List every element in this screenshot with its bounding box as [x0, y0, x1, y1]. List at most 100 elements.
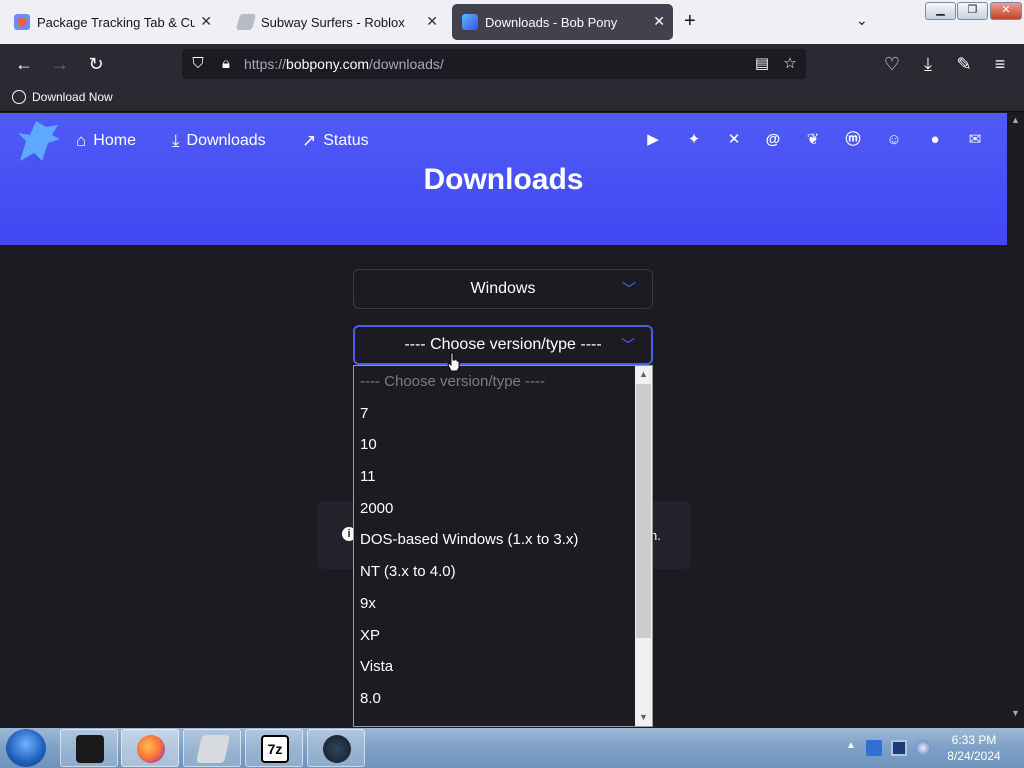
lock-icon[interactable]: 🔒︎ — [216, 54, 236, 74]
threads-icon[interactable]: @ — [762, 129, 784, 151]
download-icon: ⤓ — [172, 131, 180, 150]
reload-icon[interactable]: ↻ — [84, 52, 108, 76]
dropdown-option-placeholder[interactable]: ---- Choose version/type ---- — [354, 366, 652, 398]
taskbar-app-terminal[interactable] — [60, 729, 118, 767]
bluesky-icon[interactable]: ❦ — [802, 129, 824, 151]
new-tab-icon[interactable]: + — [684, 10, 696, 33]
discord-icon[interactable]: ☺ — [883, 129, 905, 151]
dropdown-option[interactable]: 10 — [354, 429, 652, 461]
volume-tray-icon[interactable] — [915, 740, 931, 756]
version-select[interactable]: ---- Choose version/type ---- ﹀ — [353, 325, 653, 365]
back-arrow-icon[interactable]: ← — [12, 52, 36, 76]
home-icon: ⌂ — [76, 131, 87, 150]
menu-icon[interactable]: ≡ — [988, 52, 1012, 76]
url-text[interactable]: https://bobpony.com/downloads/ — [244, 56, 444, 72]
extensions-icon[interactable]: ✎ — [952, 52, 976, 76]
roblox-icon — [196, 735, 230, 763]
scrollbar-thumb[interactable] — [636, 384, 651, 638]
shield-icon[interactable]: ⛉ — [188, 54, 208, 74]
roblox-favicon — [235, 14, 257, 30]
email-icon[interactable]: ✉ — [964, 129, 986, 151]
taskbar-app-7zip[interactable]: 7z — [245, 729, 303, 767]
dropdown-option[interactable]: 8.0 — [354, 683, 652, 715]
close-tab-icon[interactable]: ✕ — [653, 13, 665, 30]
version-dropdown-list[interactable]: ---- Choose version/type ---- 7 10 11 20… — [353, 365, 653, 727]
dropdown-option[interactable]: NT (3.x to 4.0) — [354, 556, 652, 588]
pocket-icon[interactable]: ♡ — [880, 52, 904, 76]
firefox-icon — [137, 735, 165, 763]
taskbar-app-firefox[interactable] — [121, 729, 179, 767]
forward-arrow-icon[interactable]: → — [48, 52, 72, 76]
url-bar[interactable]: ⛉ 🔒︎ https://bobpony.com/downloads/ ▤ ☆ — [182, 49, 806, 79]
bob-pony-favicon — [462, 14, 478, 30]
minimize-button[interactable]: ▁ — [925, 2, 956, 20]
page-scrollbar[interactable]: ▲ ▼ — [1007, 113, 1024, 727]
steam-icon — [323, 735, 351, 763]
taskbar: 7z ▲ 6:33 PM 8/24/2024 — [0, 728, 1024, 768]
taskbar-app-roblox[interactable] — [183, 729, 241, 767]
tab-package-tracking[interactable]: Package Tracking Tab & Custom ✕ — [4, 4, 220, 40]
network-tray-icon[interactable] — [866, 740, 882, 756]
mastodon-icon[interactable]: ⓜ — [842, 129, 864, 151]
dropdown-option[interactable]: DOS-based Windows (1.x to 3.x) — [354, 524, 652, 556]
terminal-icon — [76, 735, 104, 763]
dropdown-option[interactable]: XP — [354, 620, 652, 652]
chevron-down-icon: ﹀ — [622, 281, 636, 297]
dropdown-option[interactable]: 11 — [354, 461, 652, 493]
dropdown-scrollbar[interactable]: ▲ ▼ — [635, 366, 652, 726]
page-title: Downloads — [423, 163, 584, 196]
scroll-up-arrow-icon[interactable]: ▲ — [1007, 115, 1024, 132]
github-icon[interactable]: ● — [924, 129, 946, 151]
nav-status-link[interactable]: ↗ Status — [302, 131, 369, 151]
dropdown-option[interactable]: 2000 — [354, 493, 652, 525]
hand-cursor-icon — [447, 352, 460, 372]
twitter-icon[interactable]: ✦ — [683, 129, 705, 151]
bob-pony-logo[interactable] — [12, 117, 62, 165]
dropdown-option[interactable]: 9x — [354, 588, 652, 620]
start-button[interactable] — [6, 729, 46, 767]
close-tab-icon[interactable]: ✕ — [426, 13, 438, 30]
nav-label: Downloads — [186, 132, 266, 149]
downloads-icon[interactable]: ⤓ — [916, 52, 940, 76]
x-icon[interactable]: ✕ — [723, 129, 745, 151]
globe-icon — [12, 90, 26, 104]
nav-downloads-link[interactable]: ⤓ Downloads — [172, 131, 266, 151]
url-host: bobpony.com — [286, 56, 370, 72]
dropdown-option[interactable]: Vista — [354, 651, 652, 683]
bookmark-label: Download Now — [32, 90, 113, 104]
version-select-value: ---- Choose version/type ---- — [404, 336, 602, 353]
nav-label: Home — [93, 132, 136, 149]
bookmarks-toolbar: Download Now — [0, 84, 1024, 112]
display-tray-icon[interactable] — [891, 740, 907, 756]
tab-subway-surfers[interactable]: Subway Surfers - Roblox ✕ — [228, 4, 446, 40]
taskbar-app-steam[interactable] — [307, 729, 365, 767]
dropdown-option[interactable]: 7 — [354, 398, 652, 430]
bookmark-download-now[interactable]: Download Now — [12, 90, 113, 104]
os-select-value: Windows — [470, 280, 536, 297]
restore-button[interactable]: ❐ — [957, 2, 988, 20]
tab-strip: Package Tracking Tab & Custom ✕ Subway S… — [0, 0, 1024, 44]
tab-title: Subway Surfers - Roblox — [261, 14, 405, 30]
show-hidden-icons-arrow[interactable]: ▲ — [846, 740, 856, 751]
tab-downloads-bob-pony[interactable]: Downloads - Bob Pony ✕ — [452, 4, 673, 40]
scroll-down-arrow-icon[interactable]: ▼ — [1007, 708, 1024, 725]
7zip-icon: 7z — [261, 735, 289, 763]
tab-title: Downloads - Bob Pony — [485, 14, 618, 30]
close-tab-icon[interactable]: ✕ — [200, 13, 212, 30]
close-window-button[interactable]: ✕ — [990, 2, 1022, 20]
system-clock[interactable]: 6:33 PM 8/24/2024 — [938, 732, 1010, 764]
trending-icon: ↗ — [302, 131, 317, 150]
chevron-down-icon: ﹀ — [621, 337, 635, 353]
youtube-icon[interactable]: ▶ — [642, 129, 664, 151]
nav-label: Status — [323, 132, 369, 149]
clock-time: 6:33 PM — [951, 733, 997, 747]
bookmark-star-icon[interactable]: ☆ — [780, 54, 800, 74]
scroll-up-arrow-icon[interactable]: ▲ — [635, 366, 652, 383]
scroll-down-arrow-icon[interactable]: ▼ — [635, 709, 652, 726]
url-scheme: https:// — [244, 56, 287, 72]
list-all-tabs-icon[interactable]: ⌄ — [856, 12, 868, 29]
os-select[interactable]: Windows ﹀ — [353, 269, 653, 309]
reader-view-icon[interactable]: ▤ — [752, 54, 772, 74]
nav-home-link[interactable]: ⌂ Home — [76, 131, 136, 151]
clock-date: 8/24/2024 — [947, 749, 1001, 763]
